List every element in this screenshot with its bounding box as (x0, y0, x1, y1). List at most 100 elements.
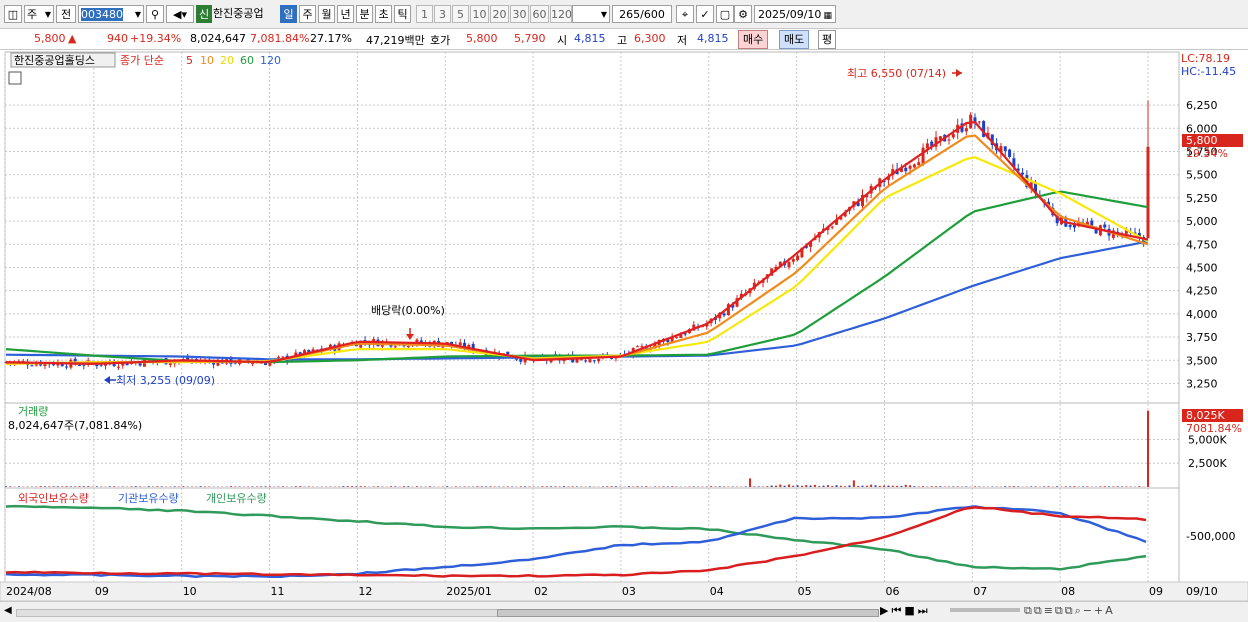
scrollbar-track[interactable] (16, 609, 878, 617)
volume-bar (935, 486, 937, 487)
volume-bar (550, 486, 552, 487)
buy-button[interactable]: 매수 (738, 30, 768, 49)
sell-button[interactable]: 매도 (779, 30, 809, 49)
volume-bar (1017, 486, 1019, 487)
volume-bar (788, 485, 790, 487)
x-tick-label: 02 (534, 585, 548, 598)
volume-last-pct: 7081.84% (1186, 422, 1242, 435)
period-button-5[interactable]: 초 (375, 5, 392, 23)
candle-body (1004, 146, 1007, 151)
volume-bar (896, 486, 898, 487)
volume-bar (887, 486, 889, 487)
count-total: /600 (640, 8, 665, 21)
change-value: 940 (107, 32, 128, 45)
candle-body (251, 363, 254, 364)
playback-controls[interactable]: ▶⏮■⏭ (880, 604, 931, 618)
interval-button-1[interactable]: 1 (416, 5, 433, 23)
sound-icon[interactable]: ◀▾ (166, 5, 194, 23)
interval-button-60[interactable]: 60 (530, 5, 549, 23)
volume-bar (1112, 486, 1114, 487)
volume-bar (182, 486, 184, 487)
volume-bar (230, 486, 232, 487)
search-icon[interactable]: ⚲ (146, 5, 164, 23)
volume-bar (874, 485, 876, 487)
crosshair-icon[interactable]: ⌖ (676, 5, 694, 23)
volume-bar (714, 486, 716, 487)
volume-bar (779, 485, 781, 487)
interval-button-30[interactable]: 30 (510, 5, 529, 23)
candle-body (913, 164, 916, 167)
volume-bar (53, 486, 55, 487)
candle-body (169, 363, 172, 365)
candle-body (78, 365, 81, 366)
volume-bar (723, 486, 725, 487)
layout-icon[interactable]: ◫ (4, 5, 22, 23)
volume-bar (1073, 486, 1075, 487)
volume-bar (576, 486, 578, 487)
volume-bar (1099, 486, 1101, 487)
interval-button-3[interactable]: 3 (434, 5, 451, 23)
average-button[interactable]: 평 (818, 30, 836, 49)
scroll-left-icon[interactable]: ◀ (4, 605, 12, 616)
scrollbar-thumb[interactable] (497, 609, 879, 617)
volume-bar (801, 486, 803, 487)
candle-body (909, 166, 912, 169)
volume-bar (857, 486, 859, 487)
high-label: 고 (617, 32, 627, 48)
interval-button-20[interactable]: 20 (490, 5, 509, 23)
period-button-1[interactable]: 주 (299, 5, 316, 23)
period-button-4[interactable]: 분 (356, 5, 373, 23)
period-button-2[interactable]: 월 (318, 5, 335, 23)
period-button-3[interactable]: 년 (337, 5, 354, 23)
draw-tool-icon[interactable]: ✓ (696, 5, 714, 23)
x-tick-label: 04 (710, 585, 724, 598)
candle-body (952, 134, 955, 137)
volume-bar (900, 486, 902, 487)
legend-ma60: 60 (240, 54, 254, 67)
volume-bar (308, 486, 310, 487)
interval-button-10[interactable]: 10 (470, 5, 489, 23)
current-date-label: 09/10 (1186, 585, 1218, 598)
volume-bar (377, 486, 379, 487)
market-select[interactable]: 주▼ (24, 5, 54, 23)
candle-body (926, 143, 929, 148)
candle-body (1008, 150, 1011, 157)
period-button-6[interactable]: 틱 (394, 5, 411, 23)
x-tick-label: 11 (271, 585, 285, 598)
candle-body (917, 162, 920, 165)
volume-bar (48, 486, 50, 487)
volume-bar (563, 486, 565, 487)
prev-button[interactable]: 전 (56, 5, 76, 23)
volume-title: 거래량 (18, 405, 48, 418)
low-price: 4,815 (697, 32, 729, 45)
volume-bar (745, 486, 747, 487)
volume-bar (905, 485, 907, 487)
volume-bar (282, 486, 284, 487)
volume-bar (528, 486, 530, 487)
y-tick-label: 3,750 (1186, 331, 1218, 344)
table-icon[interactable] (9, 72, 21, 84)
period-button-0[interactable]: 일 (280, 5, 297, 23)
gear-icon[interactable]: ⚙ (734, 5, 752, 23)
volume-bar (407, 486, 409, 487)
legend-ma5: 5 (186, 54, 193, 67)
interval-dropdown[interactable]: ▼ (572, 5, 610, 23)
legend-prefix: 종가 단순 (120, 54, 164, 67)
legend-ma20: 20 (220, 54, 234, 67)
x-tick-label: 10 (183, 585, 197, 598)
stock-chart[interactable]: 3,2503,5003,7504,0004,2504,5004,7505,000… (0, 50, 1248, 601)
view-tools-icon[interactable]: ⧉⧉≡⧉⧉⌕−+A (1024, 604, 1115, 618)
zoom-slider[interactable] (950, 608, 1020, 612)
y-tick-label: 5,000 (1186, 215, 1218, 228)
date-input[interactable]: 2025/09/10▦ (754, 5, 836, 23)
volume-bar (654, 486, 656, 487)
volume-bar (148, 486, 150, 487)
interval-button-5[interactable]: 5 (452, 5, 469, 23)
code-input[interactable]: 003480▼ (78, 5, 144, 23)
last-price-label: 5,800 (1186, 134, 1218, 147)
volume-bar (9, 486, 11, 487)
interval-button-120[interactable]: 120 (550, 5, 572, 23)
count-input[interactable]: 265/600 (612, 5, 672, 23)
volume-bar (823, 486, 825, 487)
save-icon[interactable]: ▢ (716, 5, 734, 23)
